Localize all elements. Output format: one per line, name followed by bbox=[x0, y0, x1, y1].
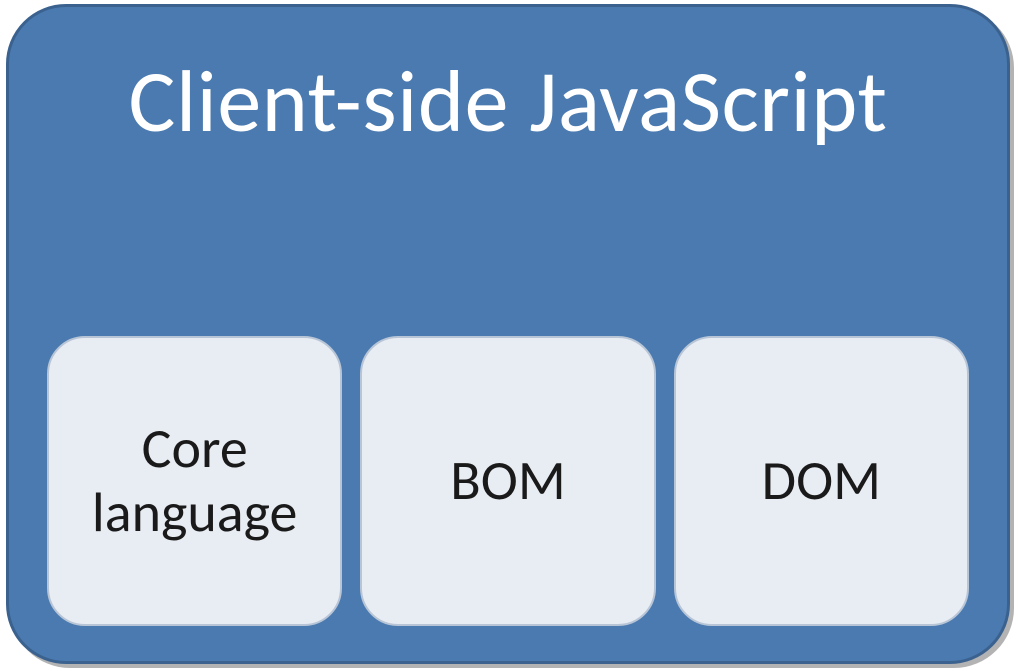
diagram-container: Client-side JavaScript Core language BOM… bbox=[6, 4, 1010, 664]
box-core-language: Core language bbox=[47, 336, 342, 626]
diagram-title: Client-side JavaScript bbox=[39, 47, 977, 155]
boxes-row: Core language BOM DOM bbox=[39, 336, 977, 626]
box-bom: BOM bbox=[360, 336, 655, 626]
box-dom: DOM bbox=[674, 336, 969, 626]
